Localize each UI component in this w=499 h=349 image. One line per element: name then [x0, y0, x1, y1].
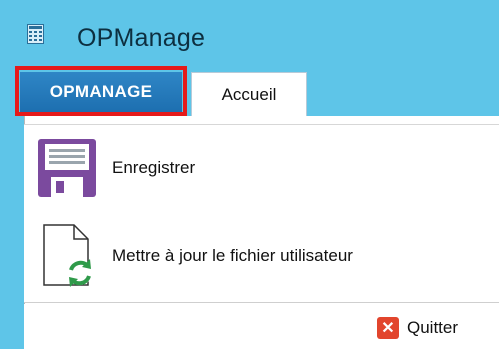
update-user-file-label: Mettre à jour le fichier utilisateur: [112, 246, 353, 265]
tab-opmanage[interactable]: OPMANAGE: [20, 72, 182, 112]
spreadsheet-app-icon: [27, 24, 44, 44]
quit-button[interactable]: ✕ Quitter: [377, 314, 458, 342]
tab-accueil[interactable]: Accueil: [191, 72, 307, 117]
quit-label: Quitter: [407, 318, 459, 337]
save-label: Enregistrer: [112, 158, 196, 177]
window-title: OPManage: [77, 24, 206, 52]
title-bar: OPManage: [0, 0, 499, 64]
close-icon: ✕: [377, 317, 399, 339]
save-menu-item[interactable]: Enregistrer: [36, 137, 195, 199]
update-user-file-menu-item[interactable]: Mettre à jour le fichier utilisateur: [36, 223, 353, 289]
floppy-disk-icon: [36, 137, 98, 199]
document-refresh-icon: [36, 223, 102, 289]
